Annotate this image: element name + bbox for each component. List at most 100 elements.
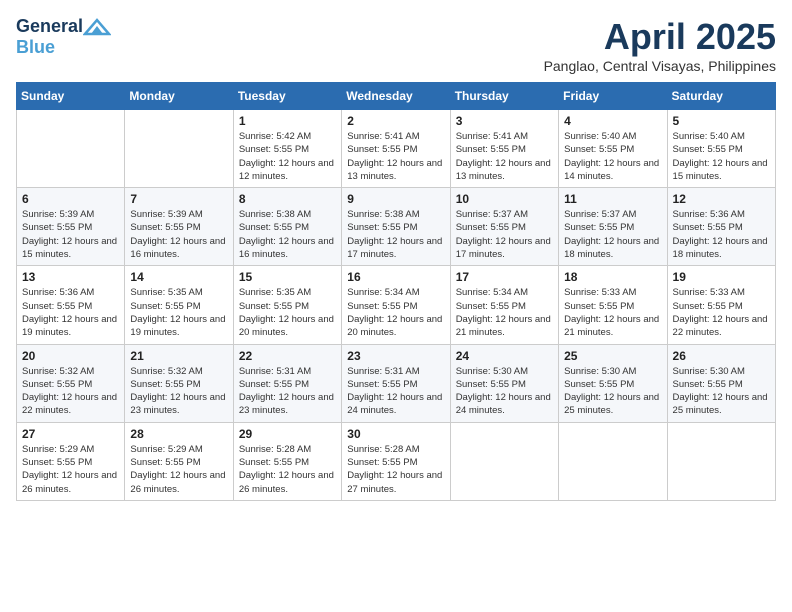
day-info: Sunrise: 5:38 AM Sunset: 5:55 PM Dayligh…: [239, 208, 336, 261]
calendar-cell: 23Sunrise: 5:31 AM Sunset: 5:55 PM Dayli…: [342, 344, 450, 422]
day-info: Sunrise: 5:32 AM Sunset: 5:55 PM Dayligh…: [130, 365, 227, 418]
logo-text: General Blue: [16, 16, 111, 57]
day-number: 29: [239, 427, 336, 441]
calendar-cell: 29 Sunrise: 5:28 AM Sunset: 5:55 PM Dayli…: [233, 422, 341, 500]
day-number: 2: [347, 114, 444, 128]
day-number: 1: [239, 114, 336, 128]
day-info: Sunrise: 5:32 AM Sunset: 5:55 PM Dayligh…: [22, 365, 119, 418]
day-info: Sunrise: 5:28 AM Sunset: 5:55 PM Dayligh…: [347, 443, 444, 496]
day-info: Sunrise: 5:42 AM Sunset: 5:55 PM Dayligh…: [239, 130, 336, 183]
weekday-header-monday: Monday: [125, 83, 233, 110]
calendar-cell: 10Sunrise: 5:37 AM Sunset: 5:55 PM Dayli…: [450, 188, 558, 266]
page-header: General Blue April 2025 Panglao, Central…: [16, 16, 776, 74]
day-number: 23: [347, 349, 444, 363]
day-info: Sunrise: 5:39 AM Sunset: 5:55 PM Dayligh…: [22, 208, 119, 261]
day-number: 26: [673, 349, 770, 363]
day-info: Sunrise: 5:41 AM Sunset: 5:55 PM Dayligh…: [456, 130, 553, 183]
calendar-cell: 13Sunrise: 5:36 AM Sunset: 5:55 PM Dayli…: [17, 266, 125, 344]
day-info: Sunrise: 5:38 AM Sunset: 5:55 PM Dayligh…: [347, 208, 444, 261]
calendar-cell: [125, 110, 233, 188]
day-number: 27: [22, 427, 119, 441]
day-info: Sunrise: 5:31 AM Sunset: 5:55 PM Dayligh…: [239, 365, 336, 418]
day-number: 17: [456, 270, 553, 284]
day-info: Sunrise: 5:29 AM Sunset: 5:55 PM Dayligh…: [22, 443, 119, 496]
calendar-cell: 22 Sunrise: 5:31 AM Sunset: 5:55 PM Dayli…: [233, 344, 341, 422]
calendar-cell: 30Sunrise: 5:28 AM Sunset: 5:55 PM Dayli…: [342, 422, 450, 500]
calendar-week-row: 27 Sunrise: 5:29 AM Sunset: 5:55 PM Dayli…: [17, 422, 776, 500]
day-info: Sunrise: 5:40 AM Sunset: 5:55 PM Dayligh…: [564, 130, 661, 183]
day-number: 20: [22, 349, 119, 363]
calendar-cell: [559, 422, 667, 500]
calendar-cell: 25 Sunrise: 5:30 AM Sunset: 5:55 PM Dayli…: [559, 344, 667, 422]
day-number: 24: [456, 349, 553, 363]
calendar-cell: 14 Sunrise: 5:35 AM Sunset: 5:55 PM Dayli…: [125, 266, 233, 344]
day-number: 16: [347, 270, 444, 284]
calendar-cell: 2 Sunrise: 5:41 AM Sunset: 5:55 PM Daylig…: [342, 110, 450, 188]
day-number: 22: [239, 349, 336, 363]
calendar-cell: 21 Sunrise: 5:32 AM Sunset: 5:55 PM Dayli…: [125, 344, 233, 422]
day-number: 3: [456, 114, 553, 128]
day-info: Sunrise: 5:41 AM Sunset: 5:55 PM Dayligh…: [347, 130, 444, 183]
calendar-cell: 17 Sunrise: 5:34 AM Sunset: 5:55 PM Dayli…: [450, 266, 558, 344]
calendar-cell: 15 Sunrise: 5:35 AM Sunset: 5:55 PM Dayli…: [233, 266, 341, 344]
day-number: 28: [130, 427, 227, 441]
day-info: Sunrise: 5:29 AM Sunset: 5:55 PM Dayligh…: [130, 443, 227, 496]
location: Panglao, Central Visayas, Philippines: [544, 58, 776, 74]
calendar-cell: 6Sunrise: 5:39 AM Sunset: 5:55 PM Daylig…: [17, 188, 125, 266]
day-number: 9: [347, 192, 444, 206]
calendar-cell: 18 Sunrise: 5:33 AM Sunset: 5:55 PM Dayli…: [559, 266, 667, 344]
day-info: Sunrise: 5:34 AM Sunset: 5:55 PM Dayligh…: [347, 286, 444, 339]
calendar-cell: 5 Sunrise: 5:40 AM Sunset: 5:55 PM Daylig…: [667, 110, 775, 188]
calendar-cell: 27 Sunrise: 5:29 AM Sunset: 5:55 PM Dayli…: [17, 422, 125, 500]
day-info: Sunrise: 5:36 AM Sunset: 5:55 PM Dayligh…: [673, 208, 770, 261]
calendar-cell: 28 Sunrise: 5:29 AM Sunset: 5:55 PM Dayli…: [125, 422, 233, 500]
calendar-week-row: 13Sunrise: 5:36 AM Sunset: 5:55 PM Dayli…: [17, 266, 776, 344]
day-info: Sunrise: 5:30 AM Sunset: 5:55 PM Dayligh…: [564, 365, 661, 418]
calendar-cell: 7 Sunrise: 5:39 AM Sunset: 5:55 PM Daylig…: [125, 188, 233, 266]
logo: General Blue: [16, 16, 111, 57]
day-info: Sunrise: 5:33 AM Sunset: 5:55 PM Dayligh…: [673, 286, 770, 339]
calendar-table: SundayMondayTuesdayWednesdayThursdayFrid…: [16, 82, 776, 501]
calendar-cell: 19 Sunrise: 5:33 AM Sunset: 5:55 PM Dayli…: [667, 266, 775, 344]
day-number: 4: [564, 114, 661, 128]
day-number: 11: [564, 192, 661, 206]
day-number: 21: [130, 349, 227, 363]
day-info: Sunrise: 5:35 AM Sunset: 5:55 PM Dayligh…: [239, 286, 336, 339]
day-number: 12: [673, 192, 770, 206]
day-number: 19: [673, 270, 770, 284]
day-info: Sunrise: 5:40 AM Sunset: 5:55 PM Dayligh…: [673, 130, 770, 183]
title-block: April 2025 Panglao, Central Visayas, Phi…: [544, 16, 776, 74]
calendar-cell: [667, 422, 775, 500]
day-number: 14: [130, 270, 227, 284]
day-number: 15: [239, 270, 336, 284]
day-number: 8: [239, 192, 336, 206]
day-number: 5: [673, 114, 770, 128]
calendar-cell: 20 Sunrise: 5:32 AM Sunset: 5:55 PM Dayli…: [17, 344, 125, 422]
day-info: Sunrise: 5:35 AM Sunset: 5:55 PM Dayligh…: [130, 286, 227, 339]
day-info: Sunrise: 5:37 AM Sunset: 5:55 PM Dayligh…: [456, 208, 553, 261]
day-info: Sunrise: 5:39 AM Sunset: 5:55 PM Dayligh…: [130, 208, 227, 261]
calendar-header-row: SundayMondayTuesdayWednesdayThursdayFrid…: [17, 83, 776, 110]
day-info: Sunrise: 5:30 AM Sunset: 5:55 PM Dayligh…: [673, 365, 770, 418]
day-number: 7: [130, 192, 227, 206]
calendar-cell: 24 Sunrise: 5:30 AM Sunset: 5:55 PM Dayli…: [450, 344, 558, 422]
calendar-cell: 11Sunrise: 5:37 AM Sunset: 5:55 PM Dayli…: [559, 188, 667, 266]
weekday-header-friday: Friday: [559, 83, 667, 110]
calendar-week-row: 1 Sunrise: 5:42 AM Sunset: 5:55 PM Daylig…: [17, 110, 776, 188]
day-info: Sunrise: 5:30 AM Sunset: 5:55 PM Dayligh…: [456, 365, 553, 418]
day-info: Sunrise: 5:34 AM Sunset: 5:55 PM Dayligh…: [456, 286, 553, 339]
day-info: Sunrise: 5:28 AM Sunset: 5:55 PM Dayligh…: [239, 443, 336, 496]
calendar-cell: [17, 110, 125, 188]
calendar-cell: 3 Sunrise: 5:41 AM Sunset: 5:55 PM Daylig…: [450, 110, 558, 188]
calendar-week-row: 20 Sunrise: 5:32 AM Sunset: 5:55 PM Dayli…: [17, 344, 776, 422]
calendar-cell: 1 Sunrise: 5:42 AM Sunset: 5:55 PM Daylig…: [233, 110, 341, 188]
weekday-header-sunday: Sunday: [17, 83, 125, 110]
calendar-cell: 26 Sunrise: 5:30 AM Sunset: 5:55 PM Dayli…: [667, 344, 775, 422]
calendar-cell: 4 Sunrise: 5:40 AM Sunset: 5:55 PM Daylig…: [559, 110, 667, 188]
day-number: 13: [22, 270, 119, 284]
weekday-header-thursday: Thursday: [450, 83, 558, 110]
day-info: Sunrise: 5:33 AM Sunset: 5:55 PM Dayligh…: [564, 286, 661, 339]
calendar-cell: 8 Sunrise: 5:38 AM Sunset: 5:55 PM Daylig…: [233, 188, 341, 266]
day-number: 18: [564, 270, 661, 284]
day-number: 25: [564, 349, 661, 363]
